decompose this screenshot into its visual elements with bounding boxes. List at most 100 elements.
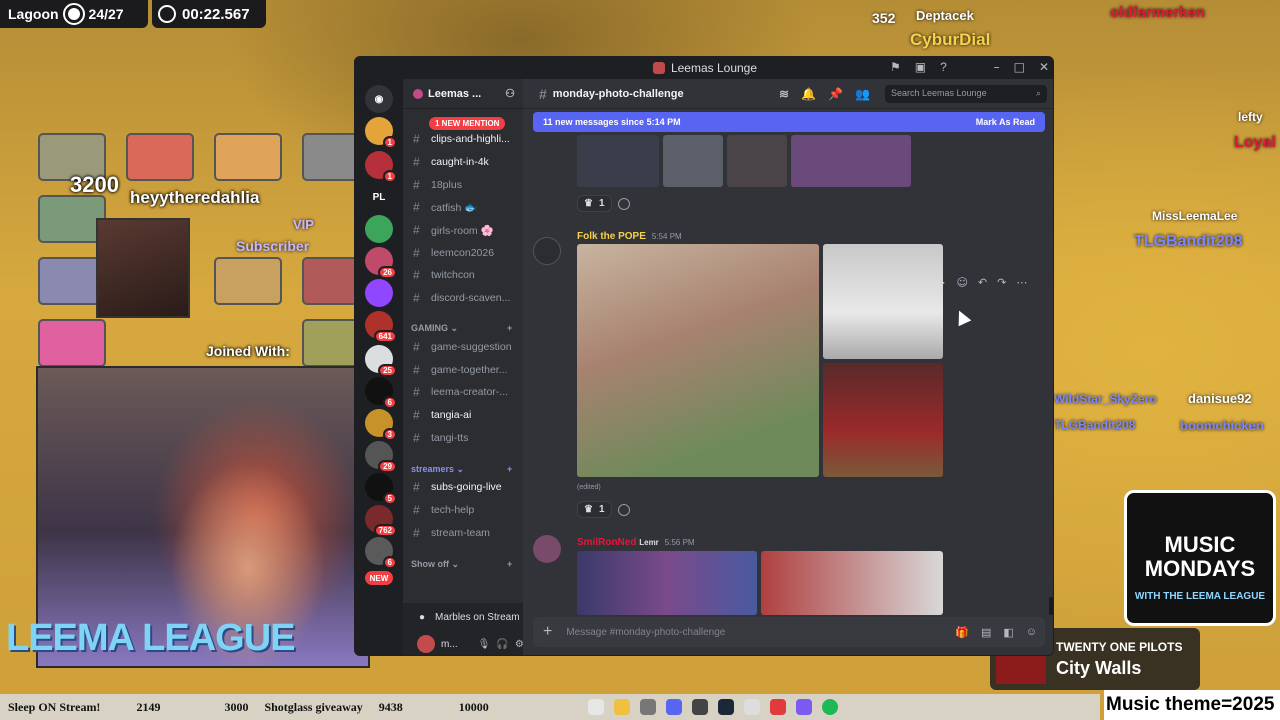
lagoon-count: 24/27 bbox=[88, 6, 124, 22]
attachment-video[interactable] bbox=[761, 551, 943, 615]
channel-item[interactable]: #18plus bbox=[413, 175, 521, 195]
server-header[interactable]: Leemas ... ⚇ bbox=[403, 79, 523, 109]
channel-item[interactable]: # twitchcon bbox=[413, 265, 521, 285]
race-progress-icon bbox=[62, 3, 85, 25]
attachment-image-child[interactable] bbox=[823, 244, 943, 359]
mic-icon[interactable]: 🎙 bbox=[478, 639, 491, 650]
help-icon[interactable]: ? bbox=[940, 60, 947, 74]
server-icon[interactable]: 1 bbox=[365, 151, 397, 183]
bell-icon[interactable]: 🔔 bbox=[801, 87, 816, 101]
steam-icon[interactable] bbox=[718, 699, 734, 715]
add-reaction-icon[interactable] bbox=[617, 197, 630, 210]
server-icon[interactable]: 641 bbox=[365, 311, 397, 343]
channel-item[interactable]: # girls-room 🌸 bbox=[413, 220, 521, 240]
discord-icon[interactable] bbox=[666, 699, 682, 715]
server-icon[interactable]: 26 bbox=[365, 247, 397, 279]
reaction-pill[interactable]: ♛ 1 bbox=[577, 501, 612, 518]
chat-scrollbar[interactable] bbox=[1049, 597, 1053, 615]
attachment-image[interactable] bbox=[791, 135, 911, 187]
add-reaction-icon[interactable] bbox=[617, 503, 630, 516]
invite-icon[interactable]: ⚇ bbox=[505, 87, 515, 100]
channel-item[interactable]: # tangi-tts bbox=[413, 428, 521, 448]
speaker-icon: ● bbox=[419, 611, 426, 623]
channel-item[interactable]: # discord-scaven... bbox=[413, 288, 521, 308]
attachment-image[interactable] bbox=[663, 135, 723, 187]
attach-plus-icon[interactable]: + bbox=[543, 623, 552, 641]
twitch-server-icon[interactable] bbox=[365, 279, 393, 307]
threads-icon[interactable]: ≋ bbox=[779, 87, 789, 101]
author-avatar[interactable] bbox=[533, 535, 561, 563]
minimize-button[interactable]: – bbox=[994, 60, 1000, 74]
ticker-item: 10000 bbox=[458, 699, 489, 714]
more-icon[interactable]: ⋯ bbox=[1016, 276, 1027, 289]
message-composer[interactable]: + Message #monday-photo-challenge 🎁 ▤ ◧ … bbox=[533, 617, 1045, 647]
channel-item[interactable]: # subs-going-live bbox=[413, 477, 521, 497]
server-icon[interactable]: 1 bbox=[365, 117, 397, 149]
channel-item[interactable]: # caught-in-4k bbox=[413, 152, 521, 172]
app-icon[interactable] bbox=[744, 699, 760, 715]
folder-icon[interactable] bbox=[614, 699, 630, 715]
app-icon[interactable] bbox=[770, 699, 786, 715]
server-folder[interactable]: PL bbox=[365, 183, 393, 211]
channel-item[interactable]: # tech-help bbox=[413, 500, 521, 520]
server-icon[interactable]: 6 bbox=[365, 377, 397, 409]
attachment-image-family[interactable] bbox=[823, 363, 943, 477]
message-author[interactable]: Folk the POPE 5:54 PM bbox=[577, 231, 682, 242]
server-icon[interactable]: 762 bbox=[365, 505, 397, 537]
add-channel-icon[interactable]: + bbox=[507, 559, 512, 569]
headphones-icon[interactable]: 🎧 bbox=[496, 639, 508, 650]
server-icon[interactable]: 5 bbox=[365, 473, 397, 505]
category-show-off[interactable]: Show off ⌄ + bbox=[411, 559, 512, 570]
emoji-icon[interactable]: ☺ bbox=[1026, 626, 1037, 639]
screen-icon[interactable]: ▣ bbox=[915, 60, 926, 74]
close-button[interactable]: ✕ bbox=[1039, 60, 1049, 74]
channel-item[interactable]: # catfish 🐟 bbox=[413, 197, 521, 217]
category-gaming[interactable]: GAMING ⌄ + bbox=[411, 323, 512, 334]
server-icon[interactable] bbox=[365, 215, 393, 243]
server-icon[interactable]: 3 bbox=[365, 409, 397, 441]
sticker-icon[interactable]: ◧ bbox=[1003, 626, 1013, 639]
channel-item[interactable]: # leema-creator-... bbox=[413, 382, 521, 402]
add-channel-icon[interactable]: + bbox=[507, 323, 512, 333]
server-icon[interactable]: 29 bbox=[365, 441, 397, 473]
channel-item[interactable]: # game-suggestion bbox=[413, 337, 521, 357]
reply-icon[interactable]: ↶ bbox=[978, 276, 987, 289]
members-icon[interactable]: 👥 bbox=[855, 87, 870, 101]
new-servers-badge[interactable]: NEW bbox=[365, 571, 393, 585]
channel-item[interactable]: # clips-and-highli... bbox=[413, 129, 521, 149]
pin-icon[interactable]: 📌 bbox=[828, 87, 843, 101]
server-icon[interactable]: 6 bbox=[365, 537, 397, 569]
add-channel-icon[interactable]: + bbox=[507, 464, 512, 474]
channel-item[interactable]: # stream-team bbox=[413, 523, 521, 543]
chrome-icon[interactable] bbox=[588, 699, 604, 715]
discord-home-icon[interactable]: ◉ bbox=[365, 85, 393, 113]
new-messages-bar[interactable]: 11 new messages since 5:14 PM Mark As Re… bbox=[533, 112, 1045, 132]
app-icon[interactable] bbox=[640, 699, 656, 715]
reaction-pill[interactable]: ♛ 1 bbox=[577, 195, 612, 212]
category-streamers[interactable]: streamers ⌄ + bbox=[411, 464, 512, 475]
search-input[interactable]: Search Leemas Lounge ⌕ bbox=[885, 85, 1047, 103]
user-avatar[interactable] bbox=[417, 635, 435, 653]
channel-item[interactable]: # tangia-ai bbox=[413, 405, 521, 425]
gift-icon[interactable]: 🎁 bbox=[955, 626, 969, 639]
channel-item[interactable]: # game-together... bbox=[413, 360, 521, 380]
attachment-video[interactable] bbox=[577, 551, 757, 615]
attachment-image[interactable] bbox=[577, 135, 659, 187]
forward-icon[interactable]: ↷ bbox=[997, 276, 1006, 289]
channel-item[interactable]: # leemcon2026 bbox=[413, 243, 521, 263]
gif-icon[interactable]: ▤ bbox=[981, 626, 991, 639]
obs-icon[interactable] bbox=[692, 699, 708, 715]
author-avatar[interactable] bbox=[533, 237, 561, 265]
mark-as-read-button[interactable]: Mark As Read bbox=[976, 117, 1035, 127]
maximize-button[interactable]: □ bbox=[1014, 60, 1025, 74]
add-reaction-icon[interactable]: ☺ bbox=[956, 276, 967, 289]
app-icon[interactable] bbox=[796, 699, 812, 715]
attachment-image[interactable] bbox=[727, 135, 787, 187]
attachment-image-selfie[interactable] bbox=[577, 244, 819, 477]
server-icon[interactable]: 25 bbox=[365, 345, 397, 377]
message-author[interactable]: SmilRonNed Lemr 5:56 PM bbox=[577, 537, 695, 548]
spotify-icon[interactable] bbox=[822, 699, 838, 715]
unread-badge: 1 bbox=[382, 170, 397, 183]
inbox-icon[interactable]: ⚑ bbox=[890, 60, 901, 74]
chat-name: MissLeemaLee bbox=[1152, 209, 1237, 223]
